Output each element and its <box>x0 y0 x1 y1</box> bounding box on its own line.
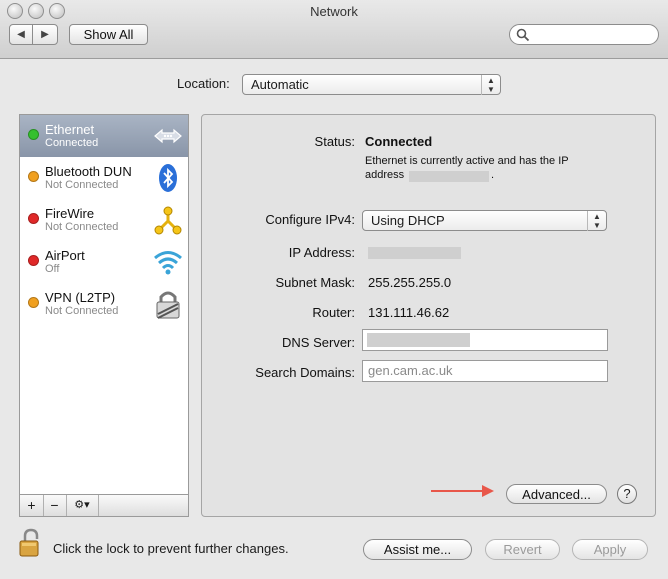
service-item-firewire[interactable]: FireWire Not Connected <box>20 199 188 241</box>
assist-me-button[interactable]: Assist me... <box>363 539 472 560</box>
back-button[interactable]: ◀ <box>9 24 33 45</box>
service-name: AirPort <box>45 248 85 263</box>
service-item-bluetooth-dun[interactable]: Bluetooth DUN Not Connected <box>20 157 188 199</box>
apply-button[interactable]: Apply <box>572 539 648 560</box>
configure-ipv4-value: Using DHCP <box>371 213 445 228</box>
redacted-ip-address <box>368 247 461 259</box>
location-select[interactable]: Automatic ▲ ▼ <box>242 74 501 95</box>
router-label: Router: <box>312 305 355 320</box>
remove-service-button[interactable]: − <box>43 495 67 516</box>
status-dot <box>28 129 39 140</box>
redacted-dns <box>367 333 470 347</box>
service-status: Not Connected <box>45 221 119 233</box>
configure-ipv4-select[interactable]: Using DHCP ▲ ▼ <box>362 210 607 231</box>
status-dot <box>28 171 39 182</box>
add-service-button[interactable]: + <box>20 495 44 516</box>
service-status: Connected <box>45 137 99 149</box>
location-label: Location: <box>177 76 230 91</box>
show-all-button[interactable]: Show All <box>69 24 148 45</box>
search-input[interactable] <box>509 24 659 45</box>
advanced-button[interactable]: Advanced... <box>506 484 607 504</box>
status-desc-end: . <box>491 169 495 181</box>
window-title: Network <box>310 4 358 19</box>
chevron-right-icon: ▶ <box>41 29 49 40</box>
status-value: Connected <box>365 134 433 149</box>
location-value: Automatic <box>251 77 309 92</box>
arrow-annotation-icon <box>431 485 494 497</box>
chevron-left-icon: ◀ <box>17 29 25 40</box>
subnet-mask-label: Subnet Mask: <box>275 275 356 290</box>
service-status: Off <box>45 263 60 275</box>
gear-menu-button[interactable]: ⚙▾ <box>66 495 99 516</box>
service-name: VPN (L2TP) <box>45 290 116 305</box>
status-desc-line1: Ethernet is currently active and has the… <box>365 155 569 167</box>
router-value: 131.111.46.62 <box>368 305 450 320</box>
status-dot <box>28 297 39 308</box>
service-status: Not Connected <box>45 305 119 317</box>
configure-ipv4-label: Configure IPv4: <box>265 212 355 227</box>
updown-arrows-icon: ▲ ▼ <box>587 211 606 231</box>
bluetooth-icon <box>159 164 177 192</box>
status-dot <box>28 213 39 224</box>
updown-arrows-icon: ▲ ▼ <box>481 75 500 95</box>
firewire-icon <box>154 206 182 235</box>
service-name: Bluetooth DUN <box>45 164 132 179</box>
service-item-vpn-l2tp[interactable]: VPN (L2TP) Not Connected <box>20 283 188 325</box>
revert-button[interactable]: Revert <box>485 539 560 560</box>
service-item-ethernet[interactable]: Ethernet Connected <box>20 115 188 157</box>
status-description: Ethernet is currently active and has the… <box>365 155 569 167</box>
search-domains-field[interactable]: gen.cam.ac.uk <box>362 360 608 382</box>
title-bar: Network ◀ ▶ Show All <box>0 0 668 59</box>
ethernet-icon <box>154 128 182 144</box>
dns-server-label: DNS Server: <box>282 335 355 350</box>
service-list: Ethernet Connected Bluetooth DUN Not Con… <box>19 114 189 517</box>
airport-wifi-icon <box>154 251 182 275</box>
search-domains-value: gen.cam.ac.uk <box>368 363 453 378</box>
status-desc-line2: address <box>365 169 405 181</box>
lock-icon[interactable] <box>18 528 44 558</box>
redacted-ip <box>409 171 489 182</box>
status-label: Status: <box>314 134 355 149</box>
status-dot <box>28 255 39 266</box>
help-button[interactable]: ? <box>617 484 637 504</box>
lock-text: Click the lock to prevent further change… <box>53 541 289 556</box>
vpn-lock-icon <box>156 291 180 319</box>
status-description-line2: address <box>365 169 404 181</box>
forward-button[interactable]: ▶ <box>32 24 58 45</box>
service-name: FireWire <box>45 206 95 221</box>
gear-icon: ⚙▾ <box>74 499 90 511</box>
service-item-airport[interactable]: AirPort Off <box>20 241 188 283</box>
search-icon <box>516 28 530 42</box>
search-domains-label: Search Domains: <box>255 365 355 380</box>
service-status: Not Connected <box>45 179 119 191</box>
service-list-toolbar: + − ⚙▾ <box>19 494 189 517</box>
subnet-mask-value: 255.255.255.0 <box>368 275 452 290</box>
ip-address-label: IP Address: <box>288 245 355 260</box>
service-name: Ethernet <box>45 122 95 137</box>
